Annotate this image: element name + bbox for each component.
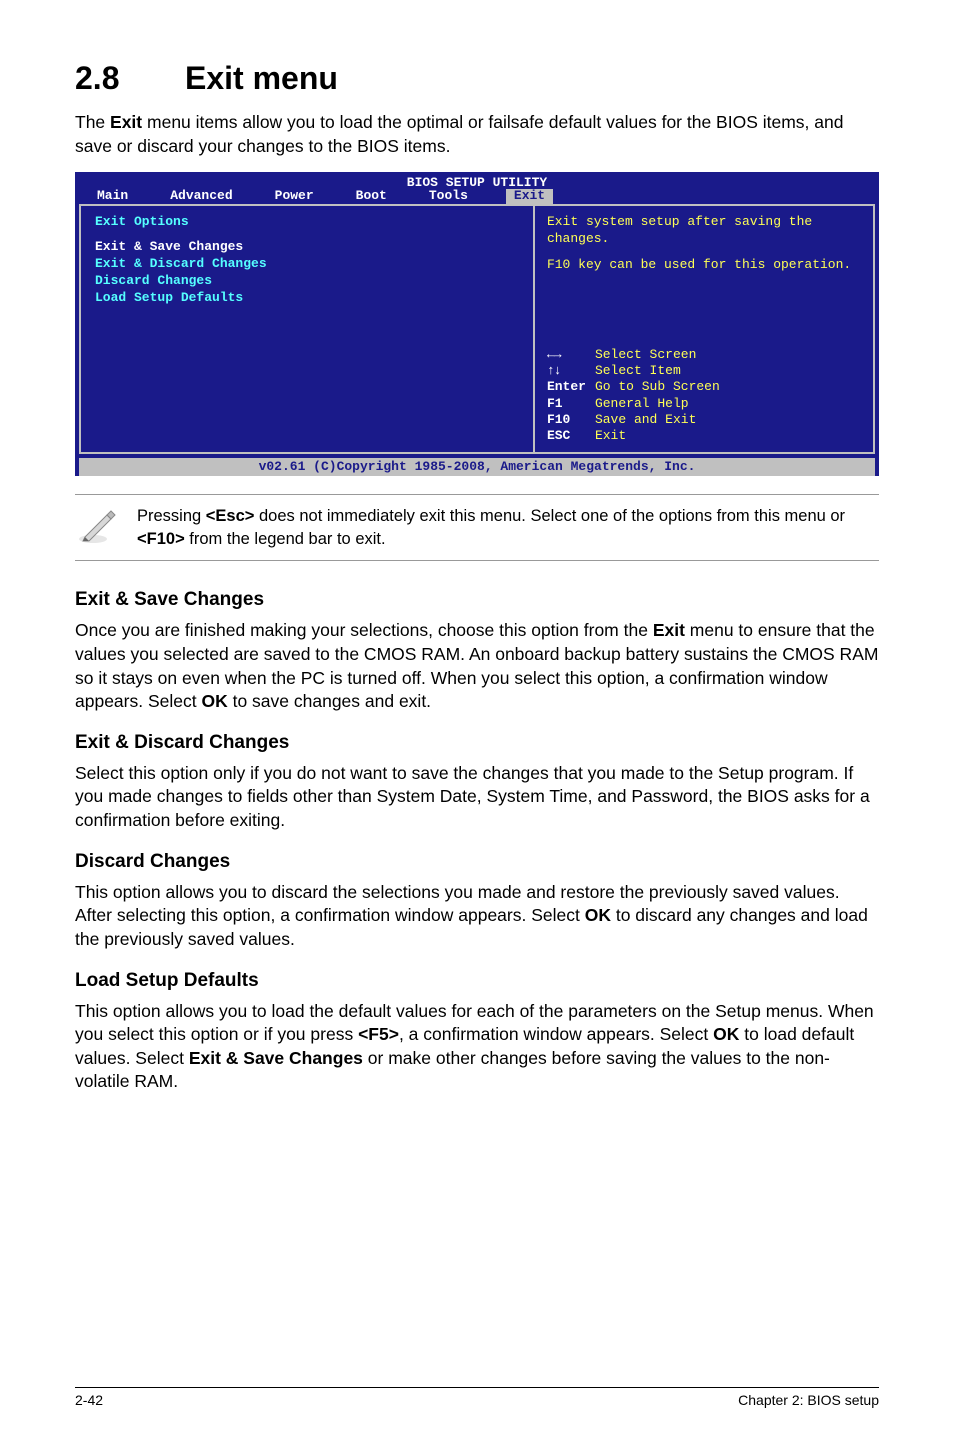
bios-option: Load Setup Defaults (95, 290, 519, 305)
sub-heading: Load Setup Defaults (75, 970, 879, 992)
subsection-discard: Discard Changes This option allows you t… (75, 851, 879, 952)
subsection-exit-discard: Exit & Discard Changes Select this optio… (75, 732, 879, 833)
subsection-exit-save: Exit & Save Changes Once you are finishe… (75, 589, 879, 714)
page-chapter: Chapter 2: BIOS setup (738, 1392, 879, 1408)
bios-option-selected: Exit & Save Changes (95, 239, 519, 254)
bios-help-pane: Exit system setup after saving the chang… (533, 204, 875, 454)
section-heading: 2.8Exit menu (75, 60, 879, 97)
bios-tab-exit: Exit (506, 189, 553, 204)
bios-body: Exit Options Exit & Save Changes Exit & … (75, 204, 879, 458)
section-intro: The Exit menu items allow you to load th… (75, 111, 879, 158)
bios-tab-bar: Main Advanced Power Boot Tools Exit (75, 189, 879, 204)
left-right-arrows-icon: ←→ (547, 347, 595, 363)
bios-copyright: v02.61 (C)Copyright 1985-2008, American … (79, 458, 875, 476)
bios-tab-power: Power (271, 189, 318, 204)
bios-help-text: Exit system setup after saving the chang… (547, 214, 861, 273)
sub-heading: Exit & Discard Changes (75, 732, 879, 754)
section-number: 2.8 (75, 60, 185, 97)
sub-paragraph: This option allows you to discard the se… (75, 881, 879, 952)
bios-tab-tools: Tools (425, 189, 472, 204)
sub-paragraph: Once you are finished making your select… (75, 619, 879, 714)
bios-options-heading: Exit Options (95, 214, 519, 229)
bios-key-legend: ←→Select Screen ↑↓Select Item EnterGo to… (547, 347, 861, 445)
page-footer: 2-42 Chapter 2: BIOS setup (75, 1387, 879, 1408)
bios-tab-boot: Boot (352, 189, 391, 204)
note-text: Pressing <Esc> does not immediately exit… (137, 505, 879, 550)
up-down-arrows-icon: ↑↓ (547, 363, 595, 379)
bios-title: BIOS SETUP UTILITY (75, 172, 879, 189)
bios-left-pane: Exit Options Exit & Save Changes Exit & … (79, 204, 533, 454)
subsection-load-defaults: Load Setup Defaults This option allows y… (75, 970, 879, 1095)
page-number: 2-42 (75, 1392, 103, 1408)
bios-option: Discard Changes (95, 273, 519, 288)
note-box: Pressing <Esc> does not immediately exit… (75, 494, 879, 561)
sub-paragraph: Select this option only if you do not wa… (75, 762, 879, 833)
section-title-text: Exit menu (185, 60, 338, 96)
sub-paragraph: This option allows you to load the defau… (75, 1000, 879, 1095)
bios-option: Exit & Discard Changes (95, 256, 519, 271)
bios-tab-main: Main (93, 189, 132, 204)
bios-tab-advanced: Advanced (166, 189, 236, 204)
bios-screenshot: BIOS SETUP UTILITY Main Advanced Power B… (75, 172, 879, 476)
pencil-icon (75, 505, 115, 550)
sub-heading: Exit & Save Changes (75, 589, 879, 611)
sub-heading: Discard Changes (75, 851, 879, 873)
